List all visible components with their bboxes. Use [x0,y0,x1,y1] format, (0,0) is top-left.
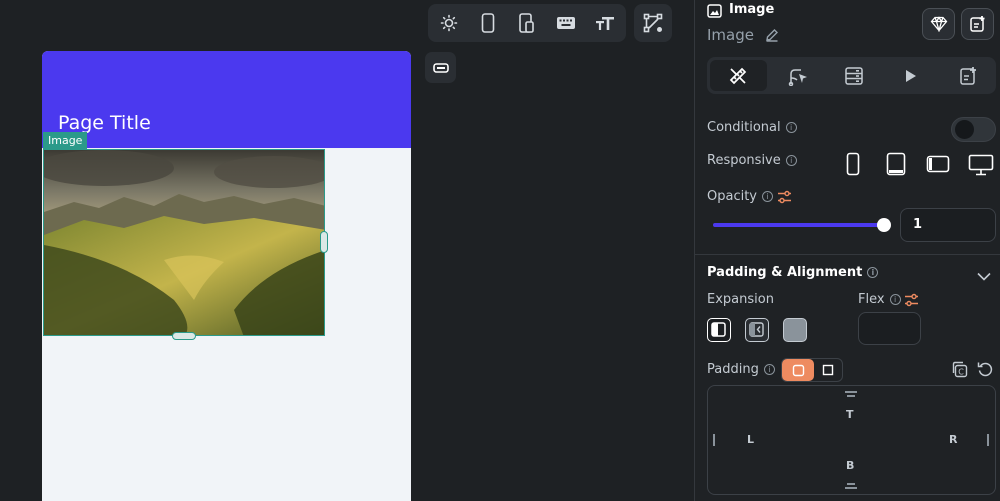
tablet-visibility-icon[interactable] [886,152,906,180]
toggle-knob [955,120,974,139]
phone-icon[interactable] [473,8,503,38]
actions-tab[interactable] [770,57,827,94]
page-title[interactable]: Page Title [58,112,151,134]
panel-tabs [707,57,996,94]
flex-row: Flex i [858,292,901,307]
canvas-area: Page Title Image [0,0,694,501]
responsive-row: Responsive i [707,153,797,168]
info-icon[interactable]: i [785,122,797,133]
info-icon[interactable]: i [867,267,879,278]
minus-box-icon [432,62,449,73]
diamond-button[interactable] [922,8,955,40]
font-size-icon[interactable] [590,8,620,38]
pencil-icon[interactable] [765,27,779,46]
variable-icon[interactable] [904,292,919,311]
padding-left-handle[interactable] [713,434,715,446]
info-icon[interactable]: i [785,155,797,166]
padding-mode-toggle [781,358,843,382]
desktop-visibility-icon[interactable] [968,154,994,180]
mobile-visibility-icon[interactable] [846,152,860,180]
ruler-pencil-icon [730,67,747,84]
image-widget[interactable] [43,149,325,336]
image-icon [707,3,722,22]
padding-bottom-label: B [846,459,855,472]
expansion-expanded-button[interactable] [783,318,807,342]
padding-bottom-handle-line [847,483,855,485]
chevron-down-icon[interactable] [977,266,991,285]
expansion-label: Expansion [707,292,774,307]
expansion-default-button[interactable] [707,318,731,342]
panel-header-title: Image [729,2,775,17]
padding-right-handle[interactable] [987,434,989,446]
opacity-label: Opacity [707,189,758,204]
padding-label: Padding [707,362,759,377]
properties-tab[interactable] [710,60,767,91]
doc-plus-icon [959,66,976,85]
device-preview[interactable]: Page Title Image [42,51,411,501]
rounded-square-icon [792,364,804,376]
widget-tree-button[interactable] [425,52,456,83]
padding-top-label: T [846,408,854,421]
info-icon[interactable]: i [762,191,774,202]
canvas-toolbar [428,4,626,42]
tablet-phone-icon[interactable] [512,8,542,38]
widget-name[interactable]: Image [707,26,754,44]
responsive-label: Responsive [707,153,781,168]
add-to-library-button[interactable] [961,8,994,40]
padding-top-handle[interactable] [845,391,857,393]
docs-tab[interactable] [939,57,996,94]
opacity-slider-thumb[interactable] [877,218,891,232]
section-divider [695,254,1000,255]
diamond-icon [930,16,947,32]
collapse-left-icon [749,322,764,337]
server-stack-icon [845,66,864,85]
action-flow-icon [788,68,807,86]
conditional-row: Conditional i [707,120,797,135]
conditional-label: Conditional [707,120,781,135]
padding-editor[interactable]: T L R B [707,385,996,495]
resize-handle-right[interactable] [320,231,328,253]
svg-text:C: C [958,368,964,377]
variable-icon[interactable] [777,189,792,208]
section-title-text: Padding & Alignment [707,265,863,280]
sun-icon[interactable] [434,8,464,38]
resize-handle-bottom[interactable] [172,332,196,340]
padding-top-handle-line [847,395,855,397]
doc-add-icon [969,16,984,32]
tablet-landscape-visibility-icon[interactable] [926,155,950,177]
vector-toolbar [634,4,672,42]
info-icon[interactable]: i [889,294,901,305]
padding-left-label: L [747,433,755,446]
app-bar[interactable]: Page Title [42,51,411,148]
copy-icon[interactable]: C [951,361,968,382]
opacity-input[interactable]: 1 [900,208,996,242]
vector-path-icon[interactable] [638,8,668,38]
backend-query-tab[interactable] [826,57,883,94]
padding-alignment-title[interactable]: Padding & Alignment i [707,265,879,280]
expansion-flexible-button[interactable] [745,318,769,342]
half-fill-icon [711,322,726,337]
padding-individual-button[interactable] [814,359,842,381]
landscape-image [44,150,324,335]
play-icon [906,69,917,82]
animations-tab[interactable] [883,57,940,94]
padding-bottom-handle[interactable] [845,487,857,489]
flex-input[interactable] [858,312,921,345]
keyboard-icon[interactable] [551,8,581,38]
properties-panel: Image Image Conditional i Responsive i O… [694,0,1000,501]
info-icon[interactable]: i [763,364,775,375]
padding-uniform-button[interactable] [782,359,814,381]
selection-tag: Image [43,132,88,149]
reset-icon[interactable] [977,361,993,381]
square-icon [822,364,834,376]
conditional-toggle[interactable] [951,117,996,142]
opacity-slider-track[interactable] [713,223,885,227]
flex-label: Flex [858,292,885,307]
opacity-row: Opacity i [707,189,774,204]
padding-right-label: R [949,433,958,446]
padding-row: Padding i [707,362,775,377]
